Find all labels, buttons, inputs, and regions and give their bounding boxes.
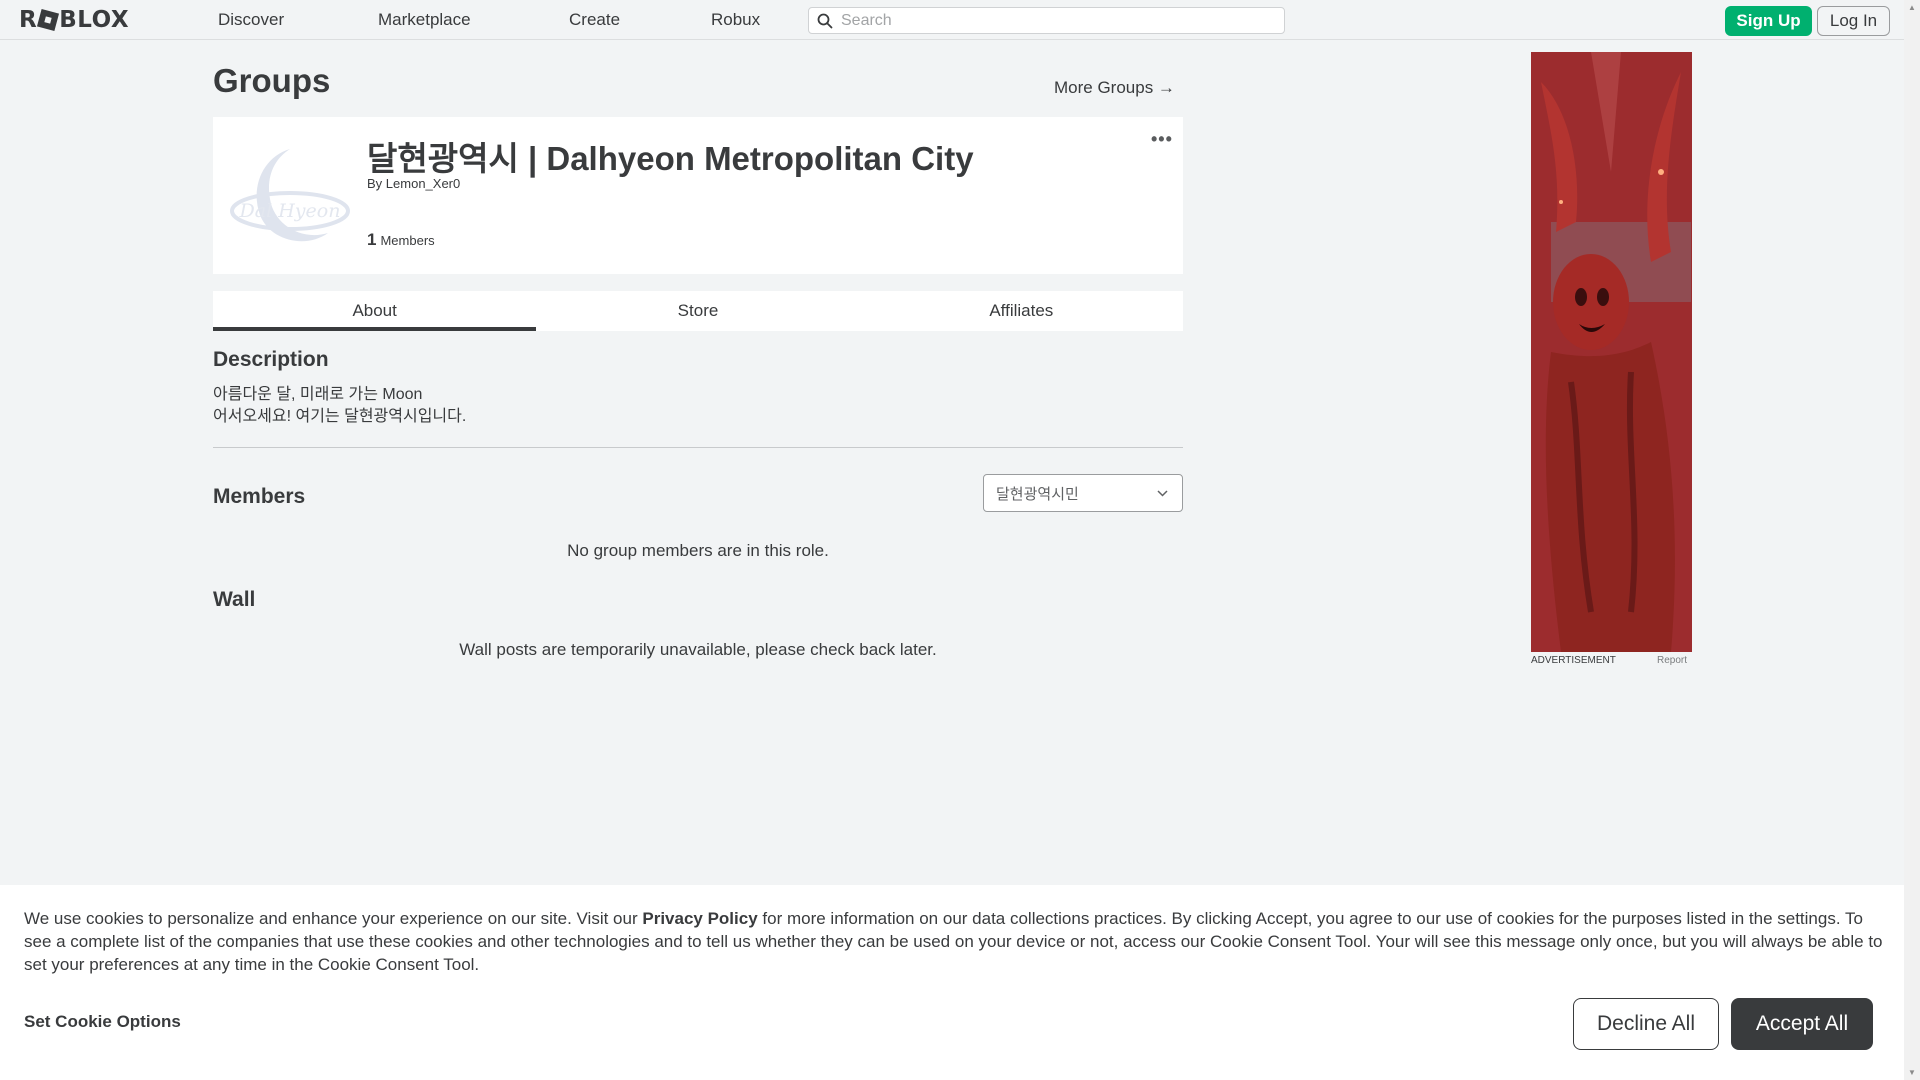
top-navigation-bar: R BLOX Discover Marketplace Create Robux … <box>0 0 1904 40</box>
group-emblem-text: Dal Hyeon <box>239 200 341 222</box>
description-heading: Description <box>213 348 329 371</box>
section-divider <box>213 447 1183 448</box>
advertisement-label: ADVERTISEMENT <box>1531 655 1616 666</box>
group-owner-link[interactable]: Lemon_Xer0 <box>386 176 460 191</box>
group-tabs: About Store Affiliates <box>213 291 1183 331</box>
member-count-number: 1 <box>367 230 377 249</box>
decline-all-button[interactable]: Decline All <box>1573 998 1719 1050</box>
nav-link-discover[interactable]: Discover <box>218 10 284 30</box>
wall-unavailable-message: Wall posts are temporarily unavailable, … <box>459 640 937 659</box>
group-owner-line: By Lemon_Xer0 <box>367 176 460 191</box>
tab-affiliates[interactable]: Affiliates <box>860 291 1183 331</box>
group-emblem-moon-icon: Dal Hyeon <box>230 149 350 242</box>
log-in-button[interactable]: Log In <box>1817 6 1890 36</box>
page-scrollbar[interactable]: ▲ ▼ <box>1904 0 1920 1080</box>
group-header-card: Dal Hyeon 달현광역시 | Dalhyeon Metropolitan … <box>213 117 1183 274</box>
chevron-down-icon <box>1157 490 1168 497</box>
cookie-text-part: We use cookies to personalize and enhanc… <box>24 909 643 928</box>
more-options-icon[interactable]: ••• <box>1151 129 1173 150</box>
description-line: 아름다운 달, 미래로 가는 Moon <box>213 386 423 403</box>
page-title: Groups <box>213 62 331 99</box>
group-description: 아름다운 달, 미래로 가는 Moon 어서오세요! 여기는 달현광역시입니다. <box>213 384 466 428</box>
wall-heading: Wall <box>213 588 256 611</box>
members-heading: Members <box>213 485 306 508</box>
search-icon <box>817 13 833 28</box>
cookie-consent-banner: We use cookies to personalize and enhanc… <box>0 885 1904 1080</box>
group-name: 달현광역시 | Dalhyeon Metropolitan City <box>367 140 974 177</box>
roblox-logo[interactable]: R BLOX <box>19 7 129 33</box>
cookie-consent-text: We use cookies to personalize and enhanc… <box>24 907 1884 976</box>
scroll-up-arrow-icon[interactable]: ▲ <box>1908 3 1916 12</box>
scroll-down-arrow-icon[interactable]: ▼ <box>1908 1068 1916 1077</box>
nav-link-marketplace[interactable]: Marketplace <box>378 10 471 30</box>
tab-about[interactable]: About <box>213 291 537 331</box>
tab-store[interactable]: Store <box>536 291 859 331</box>
nav-link-robux[interactable]: Robux <box>711 10 760 30</box>
members-empty-message: No group members are in this role. <box>567 541 829 560</box>
advertisement-banner[interactable] <box>1531 52 1692 652</box>
group-member-count: 1 Members <box>367 230 435 250</box>
search-input[interactable] <box>841 11 1261 30</box>
role-selected-value: 달현광역시민 <box>996 485 1079 503</box>
privacy-policy-link[interactable]: Privacy Policy <box>642 909 757 928</box>
set-cookie-options-link[interactable]: Set Cookie Options <box>24 1012 181 1032</box>
member-count-label: Members <box>380 233 435 248</box>
report-ad-link[interactable]: Report <box>1657 655 1687 666</box>
nav-link-create[interactable]: Create <box>569 10 620 30</box>
by-label: By <box>367 176 383 191</box>
search-box[interactable] <box>808 7 1285 34</box>
logo-o-square-icon <box>37 8 60 32</box>
more-groups-link[interactable]: More Groups → <box>1054 78 1175 98</box>
accept-all-button[interactable]: Accept All <box>1731 998 1873 1050</box>
logo-letters-blox: BLOX <box>59 7 130 33</box>
advertisement-artwork <box>1531 52 1692 652</box>
description-line: 어서오세요! 여기는 달현광역시입니다. <box>213 408 467 425</box>
role-dropdown[interactable]: 달현광역시민 <box>983 474 1183 512</box>
sign-up-button[interactable]: Sign Up <box>1725 6 1812 36</box>
logo-letter-r: R <box>19 7 38 33</box>
